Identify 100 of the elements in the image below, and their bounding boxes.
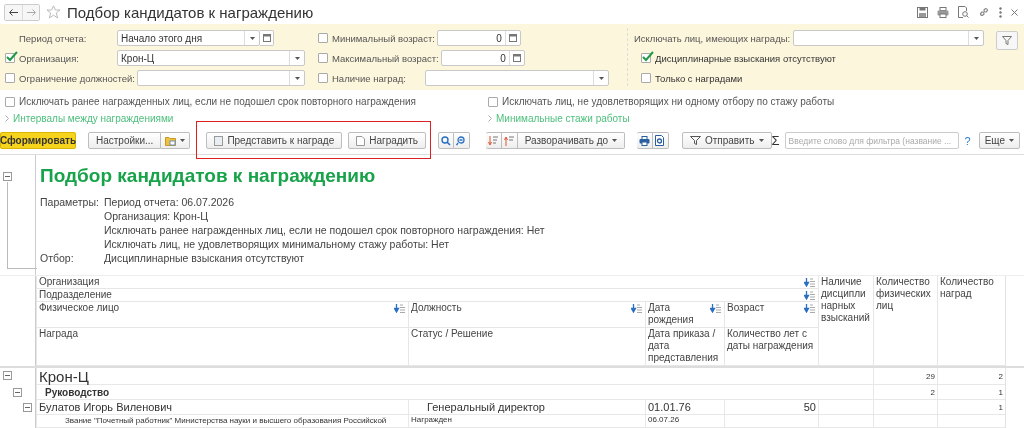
preview-icon[interactable]	[958, 6, 969, 18]
select-field[interactable]	[425, 70, 609, 86]
number-field[interactable]: 0	[436, 30, 521, 46]
star-icon[interactable]	[46, 5, 61, 19]
parameter-text: Исключать ранее награжденных лиц, если не подошел срок повторного награждения: Нет	[104, 223, 545, 237]
back-button[interactable]	[5, 4, 22, 20]
column-header[interactable]: Статус / Решение	[411, 328, 493, 340]
column-header[interactable]: Организация	[39, 276, 100, 288]
table-cell: 2	[873, 385, 937, 400]
table-cell: Звание "Почетный работник" Министерства науки и высшего образования Российской	[36, 415, 408, 428]
search-cancel-icon	[456, 135, 467, 146]
column-header[interactable]: Дата приказа / дата представления	[648, 328, 722, 364]
checkbox-label: Дисциплинарные взыскания отсутствуют	[655, 52, 836, 64]
checkbox[interactable]	[5, 53, 15, 63]
select-field[interactable]: Крон-Ц	[117, 50, 305, 66]
spin-button[interactable]	[508, 51, 524, 65]
collapse-icon[interactable]	[13, 388, 22, 397]
select-field[interactable]	[793, 30, 984, 46]
field-label: Исключать лиц, имеющих награды:	[634, 32, 792, 44]
number-field[interactable]: 0	[440, 50, 525, 66]
checkbox[interactable]	[318, 33, 328, 43]
chevron-right-icon[interactable]	[488, 114, 492, 122]
column-header[interactable]: Подразделение	[39, 289, 112, 301]
table-cell: Награжден	[408, 415, 645, 428]
caret-icon	[758, 139, 764, 142]
settings-button[interactable]: Настройки...	[88, 132, 162, 149]
printer-icon	[639, 135, 650, 146]
checkbox[interactable]	[641, 73, 651, 83]
save-icon[interactable]	[917, 6, 928, 18]
more-button[interactable]: Еще	[978, 132, 1020, 149]
collapse-icon[interactable]	[3, 172, 12, 181]
report-title: Подбор кандидатов к награждению	[40, 165, 377, 187]
spin-button[interactable]	[504, 31, 520, 45]
print-icon[interactable]	[937, 6, 949, 18]
clear-search-button[interactable]	[453, 132, 470, 149]
close-icon[interactable]	[1011, 8, 1018, 16]
checkbox-label: Исключать ранее награжденных лиц, если не подошел срок повторного награждения	[19, 96, 416, 107]
field-label: Минимальный возраст:	[332, 32, 436, 44]
checkbox[interactable]	[5, 73, 15, 83]
sort-icon[interactable]	[710, 304, 722, 313]
caret-icon	[598, 76, 604, 80]
column-header[interactable]: Возраст	[727, 302, 765, 314]
window-title: Подбор кандидатов к награждению	[67, 3, 314, 21]
group-title: Руководство	[36, 385, 873, 400]
column-header[interactable]: Наличие дисциплинарных взысканий	[821, 276, 871, 324]
chevron-right-icon[interactable]	[5, 114, 9, 122]
calendar-icon	[508, 34, 517, 42]
column-header[interactable]: Дата рождения	[648, 302, 710, 326]
caret-icon	[973, 36, 979, 40]
calendar-button[interactable]	[260, 30, 274, 46]
generate-button[interactable]: Сформировать	[0, 132, 76, 149]
collapse-icon[interactable]	[23, 403, 32, 412]
table-cell: 29	[873, 368, 937, 385]
more-icon[interactable]	[999, 6, 1002, 18]
sort-icon[interactable]	[804, 291, 816, 300]
checkbox-label: Исключать лиц, не удовлетворящих ни одному отбору по стажу работы	[502, 96, 835, 107]
variant-button[interactable]	[161, 132, 191, 149]
table-cell: 50	[724, 400, 818, 415]
column-header[interactable]: Должность	[411, 302, 462, 314]
parameter-text: Организация: Крон-Ц	[104, 209, 210, 223]
sum-icon[interactable]: Σ	[771, 133, 780, 148]
caret-icon	[294, 56, 300, 60]
column-header[interactable]: Количество наград	[940, 276, 1003, 300]
help-link[interactable]: ?	[964, 134, 971, 147]
filter-button[interactable]	[996, 31, 1018, 50]
link-icon[interactable]	[978, 6, 990, 18]
sort-icon[interactable]	[804, 304, 816, 313]
field-label: Период отчета:	[19, 32, 88, 44]
parameter-label: Параметры:	[40, 195, 100, 209]
award-button[interactable]: Наградить	[348, 132, 426, 149]
expand-to-button[interactable]: Разворачивать до	[517, 132, 626, 149]
sort-icon[interactable]	[804, 278, 816, 287]
send-button[interactable]: Отправить	[681, 132, 772, 149]
sort-icon[interactable]	[631, 304, 643, 313]
checkbox[interactable]	[5, 96, 15, 107]
table-cell: Генеральный директор	[408, 400, 645, 415]
select-field[interactable]	[136, 70, 305, 86]
select-field[interactable]: Начало этого дня	[117, 30, 260, 46]
checkbox[interactable]	[318, 73, 328, 83]
checkbox[interactable]	[641, 53, 651, 63]
folder-icon	[165, 135, 177, 146]
search-field[interactable]: Введите слово для фильтра (название ...	[784, 132, 959, 149]
column-header[interactable]: Количество физических лиц	[876, 276, 935, 312]
sort-icon[interactable]	[394, 304, 406, 313]
checkbox[interactable]	[318, 53, 328, 63]
column-header[interactable]: Физическое лицо	[39, 302, 120, 314]
caret-icon	[612, 139, 618, 142]
column-header[interactable]: Награда	[39, 328, 78, 340]
search-icon	[440, 135, 451, 146]
field-label: Максимальный возраст:	[332, 52, 440, 64]
checkbox[interactable]	[488, 96, 498, 107]
present-award-button[interactable]: Представить к награде	[206, 132, 343, 149]
calendar-icon	[262, 34, 271, 42]
search-button[interactable]	[437, 132, 454, 149]
collapse-icon[interactable]	[3, 371, 12, 380]
print-button[interactable]	[637, 132, 653, 149]
column-header[interactable]: Количество лет с даты награждения	[727, 328, 816, 352]
sort-icon	[503, 135, 515, 146]
document-icon	[214, 135, 224, 146]
sort-desc-button[interactable]	[485, 132, 502, 149]
